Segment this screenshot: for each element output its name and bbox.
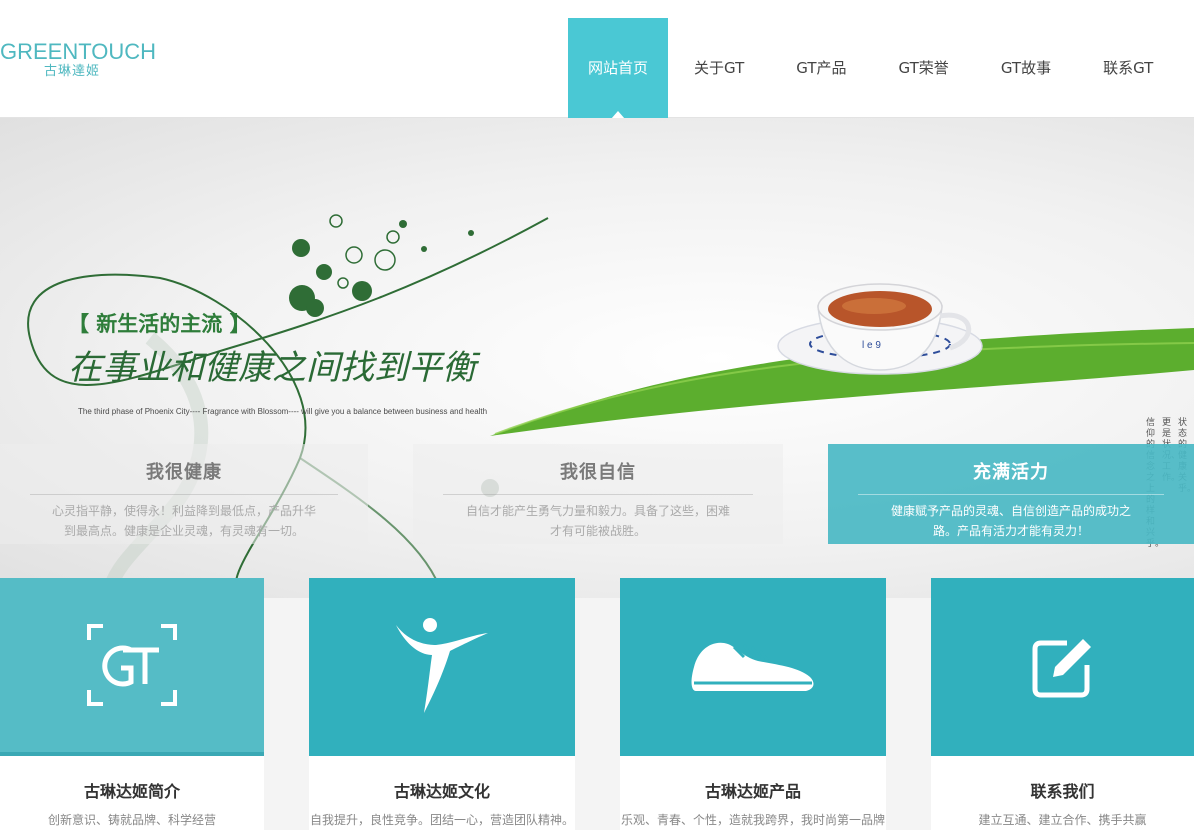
bubble (316, 264, 332, 280)
bubble (421, 246, 427, 252)
bubble (399, 220, 407, 228)
bubble (386, 230, 400, 244)
card-gap (575, 598, 620, 830)
info-cards: 古琳达姬简介 创新意识、铸就品牌、科学经营 古琳达姬文化 自我提升，良性竞争。团… (0, 578, 1194, 830)
feature-energetic[interactable]: 充满活力 健康赋予产品的灵魂、自信创造产品的成功之路。产品有活力才能有灵力！ (828, 444, 1194, 544)
bubble (468, 230, 474, 236)
nav-item-contact[interactable]: 联系GT (1077, 18, 1179, 118)
bubble (306, 299, 324, 317)
card-desc: 创新意识、铸就品牌、科学经营 (47, 813, 216, 827)
edit-icon (1032, 639, 1091, 698)
bubble (345, 246, 363, 264)
site-header: GREENTOUCH 古琳達姬 网站首页 关于GT GT产品 GT荣誉 GT故事… (0, 0, 1194, 119)
feature-healthy[interactable]: 我很健康 心灵指平静，使得永！利益降到最低点，产品升华到最高点。健康是企业灵魂，… (0, 444, 368, 544)
feature-title: 我很自信 (560, 462, 636, 483)
card-gap (264, 598, 309, 830)
card-image (931, 578, 1194, 756)
feature-divider (443, 494, 753, 495)
hero-headline: 在事业和健康之间找到平衡 (68, 348, 476, 388)
nav-item-about[interactable]: 关于GT (668, 18, 770, 118)
bubble (337, 277, 349, 289)
bubble (292, 239, 310, 257)
sneaker-icon (691, 642, 814, 691)
card-culture[interactable]: 古琳达姬文化 自我提升，良性竞争。团结一心，营造团队精神。 (309, 578, 575, 830)
bubble (374, 249, 396, 271)
nav-item-story[interactable]: GT故事 (975, 18, 1077, 118)
card-intro[interactable]: 古琳达姬简介 创新意识、铸就品牌、科学经营 (0, 578, 264, 830)
card-image (309, 578, 575, 756)
feature-title: 我很健康 (146, 462, 222, 483)
dancer-icon (396, 618, 488, 713)
card-title: 古琳达姬文化 (393, 782, 490, 801)
bubble (329, 214, 343, 228)
feature-confident[interactable]: 我很自信 自信才能产生勇气力量和毅力。具备了这些，困难才有可能被战胜。 (413, 444, 783, 544)
hero-subline: The third phase of Phoenix City---- Frag… (78, 407, 488, 416)
card-image (0, 578, 264, 756)
feature-desc: 自信才能产生勇气力量和毅力。具备了这些，困难才有可能被战胜。 (465, 504, 730, 538)
nav-item-honors[interactable]: GT荣誉 (873, 18, 975, 118)
feature-divider (858, 494, 1164, 495)
card-desc: 乐观、青春、个性，造就我跨界，我时尚第一品牌 (620, 813, 885, 827)
card-gap (886, 598, 931, 830)
feature-desc: 心灵指平静，使得永！利益降到最低点，产品升华到最高点。健康是企业灵魂，有灵魂有一… (52, 504, 317, 538)
card-products[interactable]: 古琳达姬产品 乐观、青春、个性，造就我跨界，我时尚第一品牌 (620, 578, 886, 830)
site-logo[interactable]: GREENTOUCH 古琳達姬 (0, 40, 156, 80)
logo-english: GREENTOUCH (0, 39, 157, 64)
card-title: 联系我们 (1030, 782, 1095, 801)
gt-logo-icon (87, 624, 177, 706)
hero-banner[interactable]: l e 9 【 新生活的主流 】 在事业和健康之间找到平衡 The third … (0, 118, 1194, 598)
hero-tagline: 【 新生活的主流 】 (68, 311, 251, 336)
feature-title: 充满活力 (973, 462, 1049, 483)
nav-item-home[interactable]: 网站首页 (568, 18, 669, 119)
card-desc: 自我提升，良性竞争。团结一心，营造团队精神。 (309, 813, 574, 827)
card-title: 古琳达姬简介 (83, 782, 180, 801)
card-image (620, 578, 886, 756)
logo-chinese: 古琳達姬 (44, 64, 101, 79)
nav-item-products[interactable]: GT产品 (770, 18, 872, 118)
card-desc: 建立互通、建立合作、携手共赢 (978, 813, 1147, 827)
card-title: 古琳达姬产品 (704, 782, 801, 801)
card-contact[interactable]: 联系我们 建立互通、建立合作、携手共赢 (931, 578, 1194, 830)
tea-highlight (842, 298, 906, 314)
main-nav: 网站首页 关于GT GT产品 GT荣誉 GT故事 联系GT (568, 18, 1179, 119)
bubble (352, 281, 372, 301)
feature-divider (30, 494, 338, 495)
feature-desc: 健康赋予产品的灵魂、自信创造产品的成功之路。产品有活力才能有灵力！ (890, 504, 1131, 538)
cup-decoration: l e 9 (862, 340, 881, 351)
